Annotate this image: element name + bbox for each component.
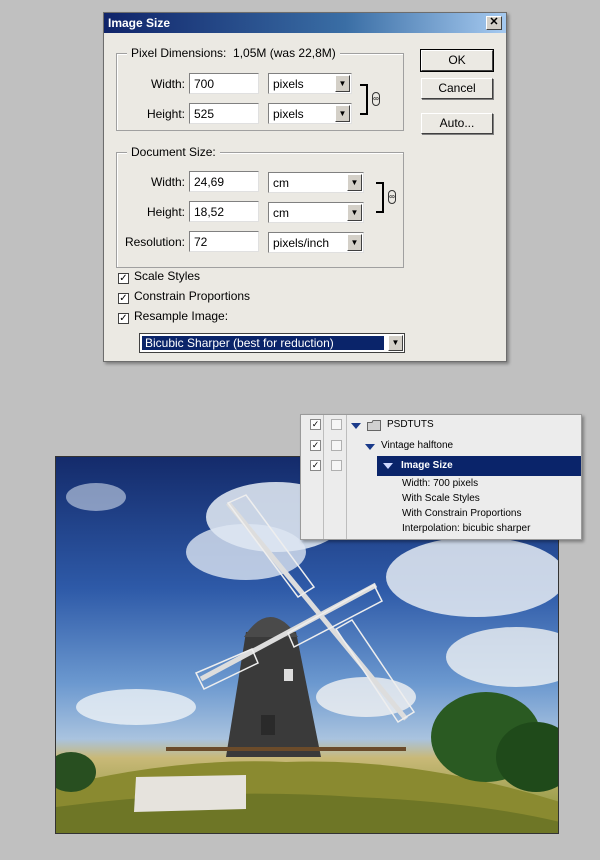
scale-styles-checkbox[interactable]: ✓ Scale Styles [118, 269, 200, 285]
px-height-input[interactable] [189, 103, 259, 124]
folder-icon [367, 420, 381, 431]
step-detail: With Scale Styles [402, 493, 480, 504]
doc-height-input[interactable] [189, 201, 259, 222]
dialog-toggle-box[interactable] [331, 440, 342, 451]
doc-width-unit-select[interactable]: cm ▼ [268, 172, 364, 193]
pixel-dimensions-legend: Pixel Dimensions: 1,05M (was 22,8M) [127, 46, 340, 60]
doc-height-label: Height: [146, 205, 185, 219]
checkmark-icon[interactable]: ✓ [310, 460, 321, 471]
resample-image-label: Resample Image: [134, 309, 229, 323]
checkmark-icon: ✓ [118, 293, 129, 304]
px-width-unit-value: pixels [273, 77, 304, 91]
chevron-down-icon: ▼ [347, 204, 362, 221]
action-name: Vintage halftone [381, 440, 454, 451]
document-size-legend: Document Size: [127, 145, 220, 159]
step-detail: With Constrain Proportions [402, 508, 522, 519]
px-height-unit-value: pixels [273, 107, 304, 121]
doc-width-input[interactable] [189, 171, 259, 192]
dialog-toggle-box[interactable] [331, 419, 342, 430]
action-set-row[interactable]: ✓ PSDTUTS [301, 415, 581, 435]
resample-method-select[interactable]: Bicubic Sharper (best for reduction) ▼ [139, 333, 405, 353]
resolution-label: Resolution: [124, 235, 185, 249]
step-detail: Width: 700 pixels [402, 478, 479, 489]
dialog-titlebar[interactable]: Image Size ✕ [104, 13, 506, 33]
px-width-unit-select[interactable]: pixels ▼ [268, 73, 352, 94]
action-step-name: Image Size [401, 460, 453, 471]
pixel-dimensions-size: 1,05M (was 22,8M) [233, 46, 336, 60]
px-width-input[interactable] [189, 73, 259, 94]
resample-image-checkbox[interactable]: ✓ Resample Image: [118, 309, 228, 325]
expand-triangle-icon[interactable] [365, 444, 375, 450]
chevron-down-icon: ▼ [335, 105, 350, 122]
resolution-unit-select[interactable]: pixels/inch ▼ [268, 232, 364, 253]
expand-triangle-icon[interactable] [383, 463, 393, 469]
resolution-unit-value: pixels/inch [273, 236, 330, 250]
auto-button[interactable]: Auto... [421, 113, 493, 134]
checkmark-icon: ✓ [118, 313, 129, 324]
chevron-down-icon: ▼ [347, 234, 362, 251]
doc-width-unit-value: cm [273, 176, 289, 190]
resolution-input[interactable] [189, 231, 259, 252]
constrain-proportions-checkbox[interactable]: ✓ Constrain Proportions [118, 289, 250, 305]
chevron-down-icon: ▼ [335, 75, 350, 92]
chevron-down-icon: ▼ [388, 335, 403, 351]
action-step-checks: ✓ [301, 456, 347, 476]
checkmark-icon: ✓ [118, 273, 129, 284]
chevron-down-icon: ▼ [347, 174, 362, 191]
px-height-label: Height: [146, 107, 185, 121]
image-size-dialog: Image Size ✕ Pixel Dimensions: 1,05M (wa… [103, 12, 507, 362]
chain-link-icon: ∞ [372, 92, 380, 106]
doc-height-unit-value: cm [273, 206, 289, 220]
action-step-row[interactable]: Image Size [377, 456, 581, 476]
step-detail: Interpolation: bicubic sharper [402, 523, 531, 534]
action-set-name: PSDTUTS [387, 419, 434, 430]
checkmark-icon[interactable]: ✓ [310, 440, 321, 451]
cancel-button[interactable]: Cancel [421, 78, 493, 99]
doc-height-unit-select[interactable]: cm ▼ [268, 202, 364, 223]
doc-link-bracket [376, 182, 384, 213]
px-width-label: Width: [150, 77, 185, 91]
px-link-bracket [360, 84, 368, 115]
action-row[interactable]: ✓ Vintage halftone [301, 436, 581, 456]
px-height-unit-select[interactable]: pixels ▼ [268, 103, 352, 124]
scale-styles-label: Scale Styles [134, 269, 201, 283]
actions-panel: ✓ PSDTUTS ✓ Vintage halftone Image Size … [300, 414, 582, 540]
dialog-toggle-box[interactable] [331, 460, 342, 471]
close-icon[interactable]: ✕ [486, 16, 502, 30]
expand-triangle-icon[interactable] [351, 423, 361, 429]
constrain-proportions-label: Constrain Proportions [134, 289, 251, 303]
checkmark-icon[interactable]: ✓ [310, 419, 321, 430]
doc-width-label: Width: [150, 175, 185, 189]
chain-link-icon: ∞ [388, 190, 396, 204]
resample-method-value: Bicubic Sharper (best for reduction) [142, 336, 384, 350]
ok-button[interactable]: OK [420, 49, 494, 72]
dialog-title: Image Size [108, 16, 171, 30]
